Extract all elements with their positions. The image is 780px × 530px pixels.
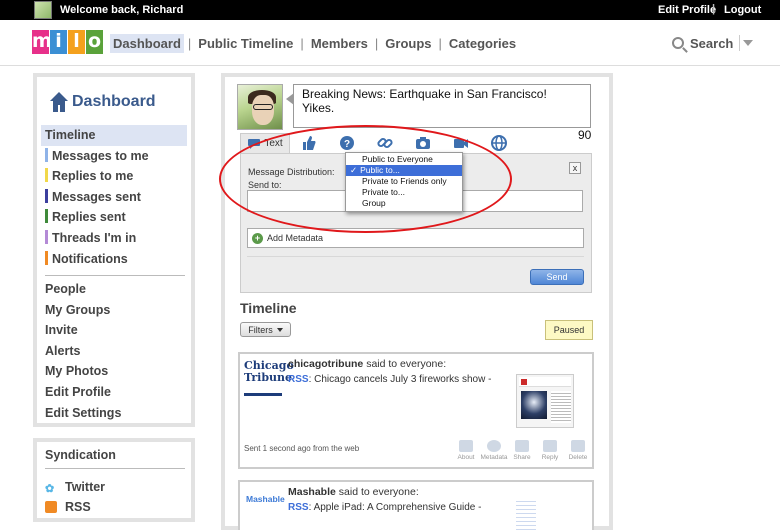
camera-icon: [459, 440, 473, 452]
post-actions: About Metadata Share Reply Delete: [452, 440, 592, 461]
topbar-separator: |: [712, 3, 716, 15]
rss-link[interactable]: RSS: [45, 500, 91, 514]
paused-badge[interactable]: Paused: [545, 320, 593, 340]
color-marker: [45, 168, 48, 183]
share-button[interactable]: Share: [508, 440, 536, 461]
info-icon: [487, 440, 501, 452]
mashable-logo[interactable]: Mashable: [246, 494, 285, 504]
sidebar-item-alerts[interactable]: Alerts: [45, 341, 121, 362]
character-counter: 90: [578, 128, 592, 142]
sidebar-item-timeline[interactable]: Timeline: [41, 125, 187, 146]
metadata-button[interactable]: Metadata: [480, 440, 508, 461]
nav-dashboard[interactable]: Dashboard: [110, 34, 184, 53]
post-text: Chicago cancels July 3 fireworks show -: [314, 374, 492, 385]
sidebar-item-replies-sent[interactable]: Replies sent: [41, 207, 187, 228]
post-audience: said to everyone:: [366, 358, 447, 370]
sidebar-item-messages-to-me[interactable]: Messages to me: [41, 146, 187, 167]
reply-icon: [543, 440, 557, 452]
edit-profile-link[interactable]: Edit Profile: [658, 4, 716, 16]
send-button[interactable]: Send: [530, 269, 584, 285]
logo-letter: m: [32, 30, 52, 54]
site-header: m i l o Dashboard | Public Timeline | Memb…: [0, 20, 780, 66]
post-thumbnail[interactable]: [516, 374, 574, 428]
globe-icon: [491, 135, 507, 151]
sidebar-item-invite[interactable]: Invite: [45, 320, 121, 341]
chevron-down-icon[interactable]: [743, 40, 754, 46]
welcome-text: Welcome back, Richard: [60, 4, 184, 16]
logo-letter: i: [50, 30, 67, 54]
search-icon: [672, 37, 684, 49]
post-audience: said to everyone:: [338, 486, 419, 498]
color-marker: [45, 209, 48, 224]
post-meta: Sent 1 second ago from the web: [244, 444, 360, 453]
delete-button[interactable]: Delete: [564, 440, 592, 461]
chicago-tribune-logo[interactable]: Chicago Tribune: [244, 360, 294, 396]
twitter-link[interactable]: ✿ Twitter: [45, 480, 105, 495]
sidebar-item-messages-sent[interactable]: Messages sent: [41, 187, 187, 208]
color-marker: [45, 147, 48, 162]
sidebar-item-my-groups[interactable]: My Groups: [45, 300, 121, 321]
nav-members[interactable]: Members: [308, 34, 371, 53]
search-menu[interactable]: Search: [672, 35, 754, 51]
filters-button[interactable]: Filters: [240, 322, 291, 337]
dashboard-sidebar: Dashboard Timeline Messages to me Replie…: [33, 73, 195, 427]
miio-logo[interactable]: m i l o: [32, 30, 104, 54]
about-button[interactable]: About: [452, 440, 480, 461]
chevron-down-icon: [276, 327, 283, 332]
top-bar: Welcome back, Richard Edit Profile | Log…: [0, 0, 780, 20]
color-marker: [45, 250, 48, 265]
divider: [45, 275, 185, 277]
logout-link[interactable]: Logout: [724, 4, 761, 16]
rss-icon: [45, 501, 57, 513]
divider: [247, 256, 584, 257]
reply-button[interactable]: Reply: [536, 440, 564, 461]
sidebar-item-my-photos[interactable]: My Photos: [45, 361, 121, 382]
post-text: Apple iPad: A Comprehensive Guide -: [313, 502, 482, 513]
sidebar-title[interactable]: Dashboard: [49, 91, 156, 113]
composer-avatar: [237, 84, 283, 130]
divider: [45, 468, 185, 469]
logo-letter: o: [86, 30, 103, 54]
sidebar-primary-list: Timeline Messages to me Replies to me Me…: [41, 125, 187, 282]
logo-letter: l: [68, 30, 85, 54]
sidebar-item-replies-to-me[interactable]: Replies to me: [41, 166, 187, 187]
share-icon: [515, 440, 529, 452]
post-author[interactable]: chicagotribune: [288, 358, 363, 370]
nav-groups[interactable]: Groups: [382, 34, 434, 53]
user-avatar[interactable]: [34, 1, 52, 19]
twitter-icon: ✿: [45, 483, 55, 495]
color-marker: [45, 188, 48, 203]
post-author[interactable]: Mashable: [288, 486, 336, 498]
add-metadata-button[interactable]: + Add Metadata: [247, 228, 584, 248]
sidebar-secondary-list: People My Groups Invite Alerts My Photos…: [45, 279, 121, 423]
plus-icon: +: [252, 232, 263, 244]
timeline-post: Mashable Mashable said to everyone: RSS:…: [238, 480, 594, 530]
syndication-panel: Syndication ✿ Twitter RSS: [33, 438, 195, 522]
main-nav: Dashboard | Public Timeline | Members | Gro…: [110, 34, 519, 53]
post-thumbnail[interactable]: [516, 498, 536, 530]
post-source: RSS: [288, 374, 309, 385]
search-label: Search: [690, 35, 734, 51]
nav-public-timeline[interactable]: Public Timeline: [195, 34, 296, 53]
trash-icon: [571, 440, 585, 452]
color-marker: [45, 229, 48, 244]
timeline-post: Chicago Tribune chicagotribune said to e…: [238, 352, 594, 469]
sidebar-item-notifications[interactable]: Notifications: [41, 249, 187, 270]
post-source: RSS: [288, 502, 309, 513]
timeline-title: Timeline: [240, 300, 297, 316]
sidebar-item-edit-profile[interactable]: Edit Profile: [45, 382, 121, 403]
message-input[interactable]: Breaking News: Earthquake in San Francis…: [286, 84, 591, 128]
sidebar-item-edit-settings[interactable]: Edit Settings: [45, 403, 121, 424]
home-icon: [50, 92, 68, 112]
annotation-circle: [219, 125, 512, 233]
sidebar-item-people[interactable]: People: [45, 279, 121, 300]
syndication-title: Syndication: [45, 448, 116, 462]
nav-categories[interactable]: Categories: [446, 34, 519, 53]
close-button[interactable]: x: [569, 162, 581, 174]
sidebar-item-threads[interactable]: Threads I'm in: [41, 228, 187, 249]
